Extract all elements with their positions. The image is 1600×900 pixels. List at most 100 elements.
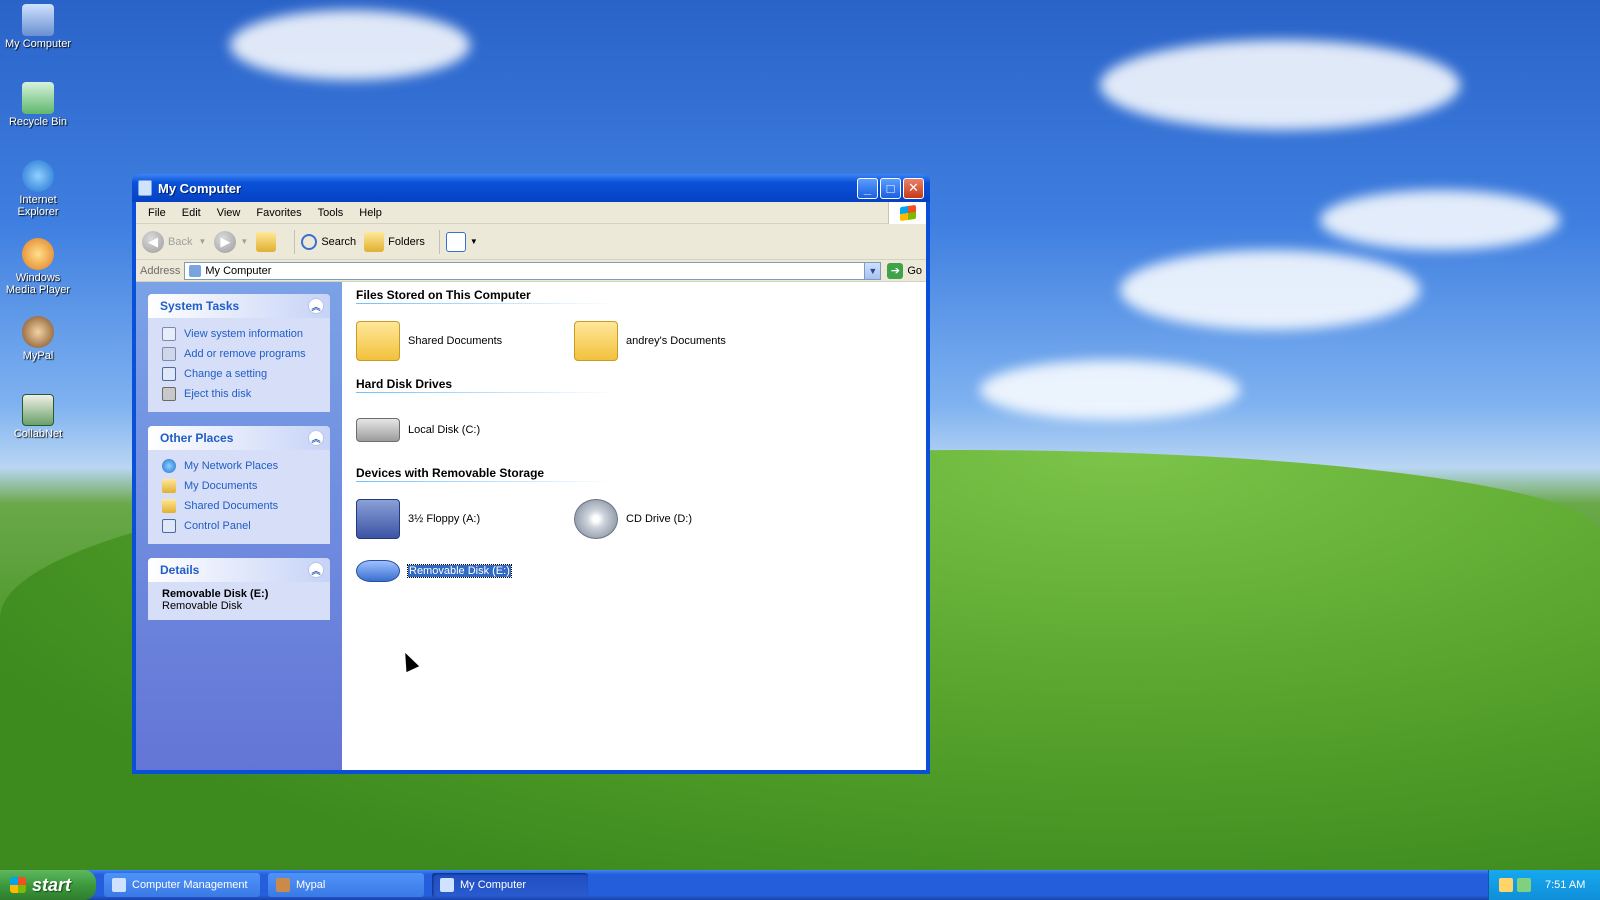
eject-icon — [162, 387, 176, 401]
menu-edit[interactable]: Edit — [174, 207, 209, 219]
menu-view[interactable]: View — [209, 207, 249, 219]
panel-title: Details — [160, 563, 200, 577]
task-view-system-information[interactable]: View system information — [162, 324, 318, 344]
collapse-icon[interactable]: ︽ — [308, 298, 324, 314]
cd-drive-icon — [574, 499, 618, 539]
item-cd-drive-d[interactable]: CD Drive (D:) — [574, 493, 792, 545]
control-panel-icon — [162, 367, 176, 381]
menu-tools[interactable]: Tools — [310, 207, 352, 219]
item-andreys-documents[interactable]: andrey's Documents — [574, 315, 792, 367]
address-input[interactable]: My Computer ▼ — [184, 261, 882, 280]
menu-file[interactable]: File — [140, 207, 174, 219]
search-button[interactable]: Search — [301, 233, 357, 250]
chevron-down-icon: ▼ — [198, 237, 207, 246]
windows-logo — [888, 202, 926, 224]
item-shared-documents[interactable]: Shared Documents — [356, 315, 574, 367]
task-label: View system information — [184, 328, 304, 340]
item-floppy-a[interactable]: 3½ Floppy (A:) — [356, 493, 574, 545]
address-dropdown-icon[interactable]: ▼ — [864, 262, 881, 279]
system-info-icon — [162, 327, 176, 341]
item-label: CD Drive (D:) — [626, 513, 692, 525]
desktop-icon-media-player[interactable]: Windows Media Player — [2, 238, 74, 296]
back-label: Back — [168, 235, 193, 248]
other-places-panel: Other Places ︽ My Network Places My Docu… — [148, 426, 330, 544]
maximize-button[interactable]: □ — [880, 177, 901, 199]
mouse-cursor-icon — [398, 649, 420, 673]
item-removable-disk-e[interactable]: Removable Disk (E:) — [356, 545, 574, 597]
menu-favorites[interactable]: Favorites — [248, 207, 309, 219]
taskbar: start Computer Management Mypal My Compu… — [0, 870, 1600, 900]
task-eject-disk[interactable]: Eject this disk — [162, 384, 318, 404]
place-control-panel[interactable]: Control Panel — [162, 516, 318, 536]
floppy-drive-icon — [356, 499, 400, 539]
toolbar-divider — [294, 229, 296, 254]
task-computer-management[interactable]: Computer Management — [104, 873, 260, 897]
desktop-icon-collabnet[interactable]: CollabNet — [2, 394, 74, 440]
media-player-icon — [22, 238, 54, 270]
computer-icon — [138, 180, 152, 196]
task-add-remove-programs[interactable]: Add or remove programs — [162, 344, 318, 364]
item-label: Shared Documents — [408, 335, 503, 347]
views-icon — [445, 231, 466, 252]
place-shared-documents[interactable]: Shared Documents — [162, 496, 318, 516]
go-button[interactable]: ➔ Go — [887, 262, 922, 279]
menu-help[interactable]: Help — [351, 207, 390, 219]
computer-icon — [189, 264, 202, 277]
task-label: Computer Management — [132, 879, 248, 891]
close-button[interactable]: ✕ — [903, 177, 924, 199]
go-arrow-icon: ➔ — [887, 262, 904, 279]
my-computer-icon — [22, 4, 54, 36]
place-my-network-places[interactable]: My Network Places — [162, 456, 318, 476]
collapse-icon[interactable]: ︽ — [308, 562, 324, 578]
folder-icon — [356, 321, 400, 361]
window-content: System Tasks ︽ View system information A… — [136, 282, 926, 770]
search-label: Search — [321, 235, 357, 248]
system-tasks-header[interactable]: System Tasks ︽ — [148, 294, 330, 318]
task-mypal[interactable]: Mypal — [268, 873, 424, 897]
details-header[interactable]: Details ︽ — [148, 558, 330, 582]
item-local-disk-c[interactable]: Local Disk (C:) — [356, 404, 574, 456]
folders-button[interactable]: Folders — [364, 231, 425, 252]
safely-remove-icon[interactable] — [1517, 878, 1531, 892]
views-button[interactable]: ▼ — [445, 231, 478, 252]
task-my-computer[interactable]: My Computer — [432, 873, 588, 897]
control-panel-icon — [162, 519, 176, 533]
toolbar-divider — [438, 229, 440, 254]
task-label: My Computer — [460, 879, 527, 891]
other-places-header[interactable]: Other Places ︽ — [148, 426, 330, 450]
collapse-icon[interactable]: ︽ — [308, 430, 324, 446]
clock[interactable]: 7:51 AM — [1545, 879, 1585, 891]
up-folder-button[interactable] — [256, 231, 280, 252]
forward-arrow-icon: ▶ — [214, 230, 237, 253]
desktop-icon-internet-explorer[interactable]: Internet Explorer — [2, 160, 74, 218]
folder-icon — [162, 479, 176, 493]
task-label: Eject this disk — [184, 388, 252, 400]
place-label: My Documents — [184, 480, 258, 492]
address-value: My Computer — [205, 264, 272, 277]
window-titlebar[interactable]: My Computer _ □ ✕ — [132, 174, 930, 202]
desktop-icon-label: CollabNet — [13, 428, 63, 440]
back-button[interactable]: ◀ Back ▼ — [142, 230, 207, 253]
start-label: start — [32, 874, 72, 895]
task-change-setting[interactable]: Change a setting — [162, 364, 318, 384]
sky-cloud — [980, 360, 1240, 420]
details-panel: Details ︽ Removable Disk (E:) Removable … — [148, 558, 330, 620]
desktop-icon-my-computer[interactable]: My Computer — [2, 4, 74, 50]
task-pane: System Tasks ︽ View system information A… — [136, 282, 342, 770]
folders-label: Folders — [388, 235, 425, 248]
desktop-icon-recycle-bin[interactable]: Recycle Bin — [2, 82, 74, 128]
start-button[interactable]: start — [0, 870, 96, 900]
folders-icon — [364, 231, 385, 252]
folder-icon — [574, 321, 618, 361]
computer-icon — [440, 878, 454, 892]
windows-flag-icon — [899, 204, 916, 222]
network-tray-icon[interactable] — [1499, 878, 1513, 892]
forward-button[interactable]: ▶ ▼ — [214, 230, 248, 253]
place-label: Control Panel — [184, 520, 251, 532]
desktop-icon-mypal[interactable]: MyPal — [2, 316, 74, 362]
minimize-button[interactable]: _ — [857, 177, 878, 199]
place-my-documents[interactable]: My Documents — [162, 476, 318, 496]
toolbar: ◀ Back ▼ ▶ ▼ Search Folders ▼ — [136, 224, 926, 260]
mypal-icon — [276, 878, 290, 892]
desktop-icon-label: Recycle Bin — [8, 116, 68, 128]
